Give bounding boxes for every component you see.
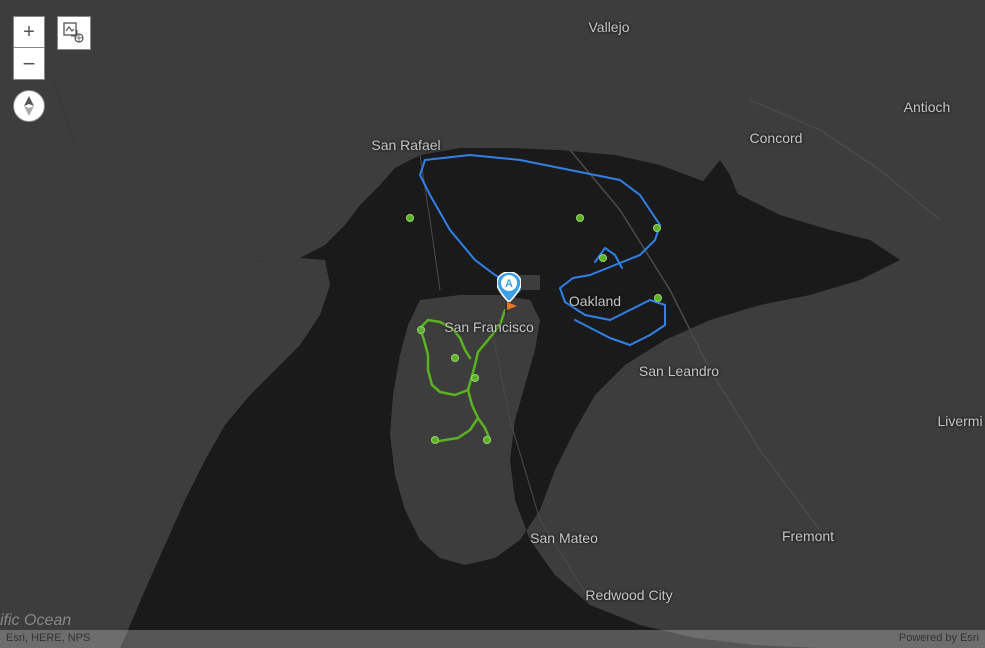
basemap-svg — [0, 0, 985, 648]
compass-icon — [21, 96, 37, 116]
route-stop[interactable] — [483, 436, 491, 444]
route-stop[interactable] — [654, 294, 662, 302]
attribution-powered-by: Powered by Esri — [899, 632, 979, 646]
basemap-toggle-button[interactable] — [57, 16, 91, 50]
route-stop[interactable] — [653, 224, 661, 232]
route-stop[interactable] — [451, 354, 459, 362]
route-stop[interactable] — [431, 436, 439, 444]
origin-marker[interactable]: A — [497, 272, 521, 302]
zoom-out-button[interactable]: − — [13, 48, 45, 80]
compass-button[interactable] — [13, 90, 45, 122]
minus-icon: − — [23, 51, 36, 77]
attribution-bar: Esri, HERE, NPS Powered by Esri — [0, 630, 985, 648]
destination-flag-icon — [504, 302, 518, 318]
route-stop[interactable] — [417, 326, 425, 334]
plus-icon: + — [23, 21, 35, 44]
zoom-in-button[interactable]: + — [13, 16, 45, 48]
map-viewport[interactable]: A VallejoAntiochConcordSan RafaelOakland… — [0, 0, 985, 648]
route-stop[interactable] — [406, 214, 414, 222]
origin-marker-label: A — [505, 278, 513, 290]
attribution-sources: Esri, HERE, NPS — [6, 632, 90, 646]
basemap-gallery-icon — [63, 22, 85, 44]
route-stop[interactable] — [471, 374, 479, 382]
route-stop[interactable] — [599, 254, 607, 262]
route-stop[interactable] — [576, 214, 584, 222]
